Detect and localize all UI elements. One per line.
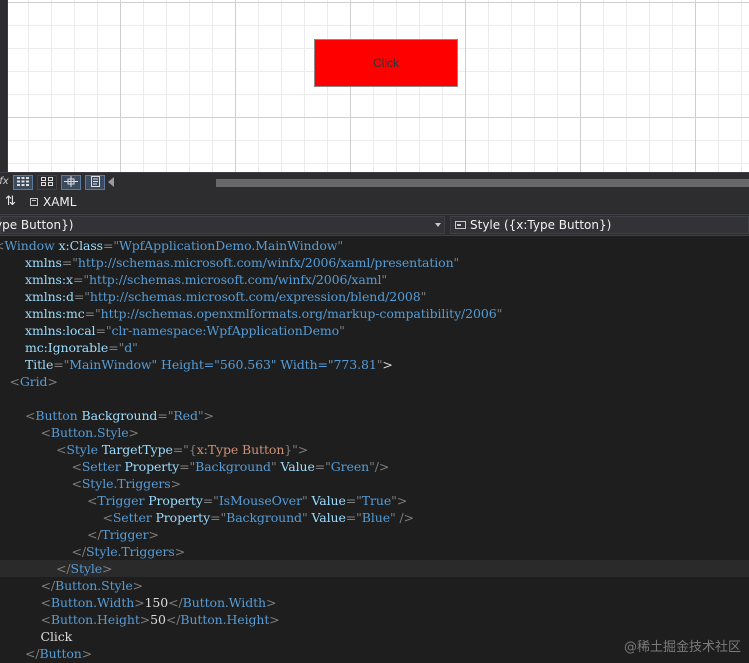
code-line[interactable]: <Button.Height>50</Button.Height>: [0, 611, 749, 628]
design-canvas[interactable]: Click: [8, 0, 749, 172]
code-view-icon[interactable]: [85, 175, 105, 190]
code-line[interactable]: <Trigger Property="IsMouseOver" Value="T…: [0, 492, 749, 509]
designer-toolbar: fx: [0, 172, 749, 192]
member-scope-dropdown[interactable]: Style ({x:Type Button}): [450, 216, 749, 234]
code-line[interactable]: xmlns:x="http://schemas.microsoft.com/wi…: [0, 271, 749, 288]
watermark: @稀土掘金技术社区: [623, 640, 741, 655]
code-line[interactable]: <Button.Style>: [0, 424, 749, 441]
code-line[interactable]: <Button.Width>150</Button.Width>: [0, 594, 749, 611]
code-line[interactable]: </Trigger>: [0, 526, 749, 543]
code-line[interactable]: mc:Ignorable="d": [0, 339, 749, 356]
code-line[interactable]: xmlns:mc="http://schemas.openxmlformats.…: [0, 305, 749, 322]
horizontal-scrollbar[interactable]: [216, 179, 749, 187]
type-scope-dropdown[interactable]: ype Button}): [0, 216, 445, 234]
code-line[interactable]: xmlns="http://schemas.microsoft.com/winf…: [0, 254, 749, 271]
snap-grid-icon[interactable]: [37, 175, 57, 190]
navigation-bar: ype Button}) Style ({x:Type Button}): [0, 214, 749, 236]
preview-button-label: Click: [373, 56, 399, 70]
formula-icon[interactable]: fx: [0, 175, 10, 190]
code-line[interactable]: [0, 390, 749, 407]
preview-click-button[interactable]: Click: [314, 39, 458, 87]
code-line[interactable]: xmlns:d="http://schemas.microsoft.com/ex…: [0, 288, 749, 305]
view-tab-strip: ⇅ XAML: [0, 192, 749, 214]
code-line[interactable]: Title="MainWindow" Height="560.563" Widt…: [0, 356, 749, 373]
code-line[interactable]: <Setter Property="Background" Value="Gre…: [0, 458, 749, 475]
xaml-code-editor[interactable]: <Window x:Class="WpfApplicationDemo.Main…: [0, 236, 749, 663]
code-line[interactable]: <Setter Property="Background" Value="Blu…: [0, 509, 749, 526]
code-line[interactable]: <Style TargetType="{x:Type Button}">: [0, 441, 749, 458]
designer-surface[interactable]: Click: [0, 0, 749, 172]
swap-panes-icon[interactable]: ⇅: [5, 194, 16, 209]
scroll-left-icon[interactable]: [108, 177, 114, 187]
code-line[interactable]: </Button.Style>: [0, 577, 749, 594]
code-line[interactable]: <Window x:Class="WpfApplicationDemo.Main…: [0, 237, 749, 254]
code-line[interactable]: <Grid>: [0, 373, 749, 390]
tab-xaml[interactable]: XAML: [30, 195, 76, 209]
code-line[interactable]: <Style.Triggers>: [0, 475, 749, 492]
grid-view-icon[interactable]: [13, 175, 33, 190]
chevron-down-icon[interactable]: [435, 223, 441, 227]
code-line[interactable]: </Style.Triggers>: [0, 543, 749, 560]
style-element-icon: [455, 221, 466, 229]
code-line[interactable]: <Button Background="Red">: [0, 407, 749, 424]
tab-xaml-label: XAML: [43, 195, 77, 209]
code-line[interactable]: </Style>: [0, 560, 749, 577]
xaml-file-icon: [30, 198, 38, 206]
snap-lines-icon[interactable]: [61, 175, 81, 190]
code-line[interactable]: xmlns:local="clr-namespace:WpfApplicatio…: [0, 322, 749, 339]
scrollbar-thumb[interactable]: [216, 179, 749, 187]
member-scope-value: Style ({x:Type Button}): [470, 218, 612, 232]
type-scope-value: ype Button}): [0, 218, 74, 232]
